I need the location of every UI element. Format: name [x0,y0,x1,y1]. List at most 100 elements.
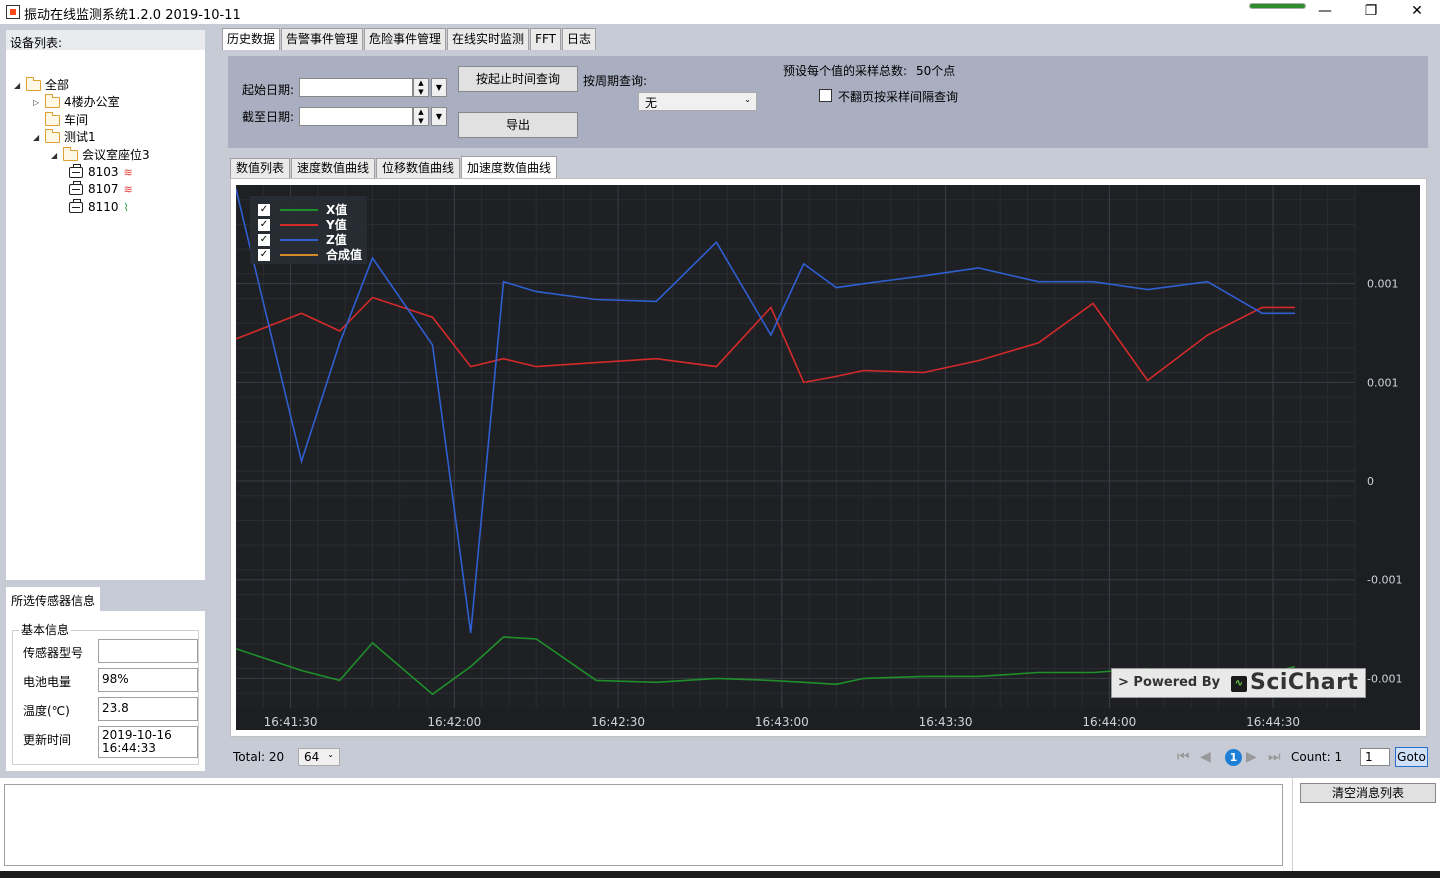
page-size-select[interactable]: 64 ⌄ [298,748,340,766]
main-tab-0[interactable]: 历史数据 [222,28,281,50]
query-panel: 起始日期: ▲ ▼ ▼ 截至日期: ▲ ▼ ▼ 按起止时间查询 导出 按周期查询: … [228,56,1428,148]
collapsed-caret-icon[interactable]: ▷ [33,94,43,111]
no-page-label: 不翻页按采样间隔查询 [838,90,959,104]
page-count: Count: 1 [1291,750,1343,764]
period-select[interactable]: 无 ⌄ [638,92,757,111]
legend-item[interactable]: ✓ Z值 [258,232,347,247]
current-page-button[interactable]: 1 [1225,749,1242,766]
legend-item[interactable]: ✓ Y值 [258,217,347,232]
end-date-label: 截至日期: [242,110,295,124]
sensor-field-value[interactable]: 2019-10-16 16:44:33 [98,726,198,758]
end-date-dropdown[interactable]: ▼ [431,107,447,126]
goto-page-input[interactable]: 1 [1360,748,1390,766]
tree-node-会议室座位3[interactable]: ◢ 会议室座位3 [51,146,150,164]
chevron-down-icon: ⌄ [327,750,334,759]
message-list[interactable] [4,784,1283,866]
tree-node-车间[interactable]: 车间 [33,111,88,129]
end-date-input[interactable] [299,107,413,126]
legend-item[interactable]: ✓ 合成值 [258,247,362,262]
tree-node-label: 全部 [45,78,70,92]
tree-node-8107[interactable]: 8107 ≋ [69,181,133,198]
chart-frame: 16:41:30 16:42:00 16:42:30 16:43:00 16:43:30… [230,178,1427,737]
clear-messages-button[interactable]: 清空消息列表 [1300,783,1436,803]
main-tab-4[interactable]: FFT [530,28,561,50]
heartbeat-icon: ⌇ [123,200,129,214]
sensor-field-label: 更新时间 [23,733,72,747]
sensor-field-value[interactable]: 23.8 [98,697,198,721]
folder-icon [45,129,60,144]
tree-node-8103[interactable]: 8103 ≋ [69,164,133,181]
folder-icon [26,77,41,91]
basic-info-legend: 基本信息 [19,621,72,638]
window-title: 振动在线监测系统1.2.0 2019-10-11 [24,8,241,23]
scichart-logo-icon: ∿ [1231,676,1247,692]
sensor-field-value[interactable] [98,639,198,663]
legend-swatch [280,238,318,241]
title-progress-fill [1250,4,1305,8]
end-date-spinner[interactable]: ▲ ▼ [413,107,429,126]
chart-tab-2[interactable]: 位移数值曲线 [376,158,461,178]
sensor-icon [69,198,83,213]
y-tick-label: -0.001 [1367,672,1402,685]
legend-item[interactable]: ✓ X值 [258,202,347,217]
chart-tab-3[interactable]: 加速度数值曲线 [461,156,558,178]
signal-weak-icon: ≋ [123,166,133,179]
chart-tab-0[interactable]: 数值列表 [230,158,291,178]
folder-icon [63,146,78,161]
last-page-icon[interactable]: ⏭ [1268,749,1281,765]
folder-icon [45,94,60,109]
sensor-field-label: 电池电量 [23,675,72,689]
expanded-caret-icon[interactable]: ◢ [51,147,61,164]
taskbar [0,871,1440,878]
start-date-input[interactable] [299,78,413,97]
tree-node-label: 8103 [88,165,119,179]
chart-tab-1[interactable]: 速度数值曲线 [291,158,376,178]
period-select-value: 无 [645,96,658,110]
close-button[interactable]: ✕ [1394,0,1440,24]
tree-node-8110[interactable]: 8110 ⌇ [69,198,129,216]
legend-checkbox[interactable]: ✓ [258,203,270,216]
x-tick-label: 16:41:30 [264,715,318,729]
main-tab-5[interactable]: 日志 [562,28,597,50]
legend-swatch [280,253,318,256]
sensor-field-value[interactable]: 98% [98,668,198,692]
chart-tab-bar: 数值列表 速度数值曲线 位移数值曲线 加速度数值曲线 [230,156,558,178]
message-area: 清空消息列表 [0,778,1440,878]
main-tab-2[interactable]: 危险事件管理 [364,28,447,50]
first-page-icon[interactable]: ⏮ [1177,749,1190,765]
expanded-caret-icon[interactable]: ◢ [14,77,24,94]
start-date-spinner[interactable]: ▲ ▼ [413,78,429,97]
tree-node-label: 8110 [88,199,119,214]
pager: Total: 20 64 ⌄ ⏮ ◀ 1 ▶ ⏭ Count: 1 1 Goto [222,742,1435,772]
legend-swatch [280,223,318,226]
restore-button[interactable]: ❐ [1348,0,1394,24]
tree-node-测试1[interactable]: ◢ 测试1 [33,129,96,146]
sensor-info-tab[interactable]: 所选传感器信息 [6,587,100,611]
goto-button[interactable]: Goto [1395,747,1428,767]
minimize-button[interactable]: — [1302,0,1348,24]
legend-checkbox[interactable]: ✓ [258,218,270,231]
no-page-checkbox[interactable] [819,89,832,102]
acceleration-chart[interactable]: 16:41:30 16:42:00 16:42:30 16:43:00 16:43:30… [236,185,1420,730]
y-tick-label: -0.001 [1367,574,1402,587]
main-tab-1[interactable]: 告警事件管理 [281,28,364,50]
sensor-field-label: 温度(℃) [23,704,70,718]
prev-page-icon[interactable]: ◀ [1200,749,1211,765]
legend-checkbox[interactable]: ✓ [258,248,270,261]
legend-swatch [280,208,318,211]
page-size-value: 64 [304,750,320,764]
main-tab-3[interactable]: 在线实时监测 [447,28,530,50]
time-range-query-button[interactable]: 按起止时间查询 [458,66,578,92]
tree-node-4楼办公室[interactable]: ▷ 4楼办公室 [33,94,120,111]
export-button[interactable]: 导出 [458,112,578,138]
legend-checkbox[interactable]: ✓ [258,233,270,246]
sensor-field-label: 传感器型号 [23,646,84,660]
x-tick-label: 16:42:30 [591,715,645,729]
tree-node-全部[interactable]: ◢ 全部 [14,77,69,94]
chevron-down-icon: ⌄ [744,95,751,104]
expanded-caret-icon[interactable]: ◢ [33,129,43,146]
watermark-prefix: > Powered By [1118,675,1221,690]
device-panel-header: 设备列表: [6,30,205,50]
next-page-icon[interactable]: ▶ [1246,749,1257,765]
start-date-dropdown[interactable]: ▼ [431,78,447,97]
